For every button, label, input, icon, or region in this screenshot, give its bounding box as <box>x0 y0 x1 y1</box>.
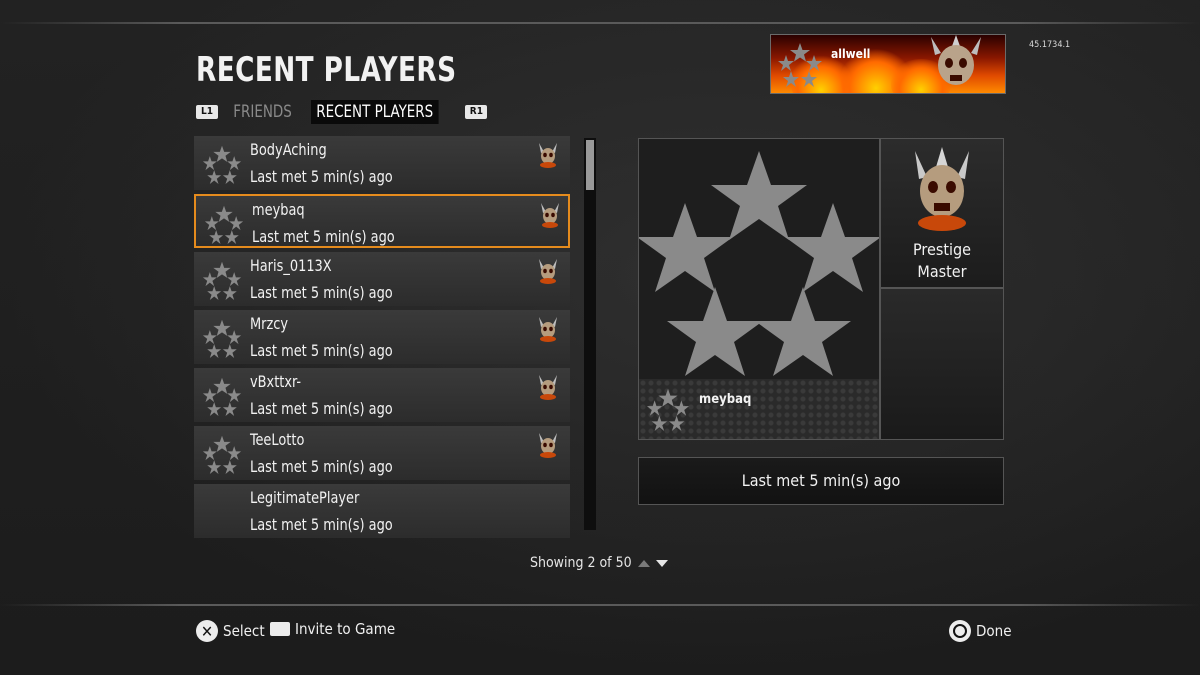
top-frame-line <box>0 22 1200 24</box>
player-gamertag: meybaq <box>252 200 305 219</box>
invite-hint[interactable]: Invite to Game <box>270 620 395 638</box>
prestige-rank-icon <box>539 375 557 400</box>
player-last-met: Last met 5 min(s) ago <box>250 283 393 302</box>
invite-hint-label: Invite to Game <box>295 620 396 638</box>
bottom-frame-line <box>0 604 1200 606</box>
tab-friends[interactable]: FRIENDS <box>228 100 297 124</box>
version-label: 45.1734.1 <box>1029 40 1071 50</box>
tab-bar: L1 FRIENDS RECENT PLAYERS R1 <box>196 100 488 124</box>
calling-card-gamertag: allwell <box>831 47 871 61</box>
five-stars-emblem-icon <box>639 151 879 376</box>
emblem-nameplate <box>639 379 879 439</box>
player-row[interactable]: LegitimatePlayer Last met 5 min(s) ago <box>194 484 570 538</box>
player-emblem-stars-icon <box>202 319 242 358</box>
select-hint-label: Select <box>223 622 265 640</box>
circle-button-icon <box>949 620 971 642</box>
last-met-detail: Last met 5 min(s) ago <box>638 457 1004 505</box>
player-gamertag: BodyAching <box>250 140 327 159</box>
player-last-met: Last met 5 min(s) ago <box>250 167 393 186</box>
player-gamertag: Haris_0113X <box>250 256 332 275</box>
player-emblem-stars-icon <box>204 205 244 244</box>
player-row[interactable]: TeeLotto Last met 5 min(s) ago <box>194 426 570 480</box>
player-row[interactable]: vBxttxr- Last met 5 min(s) ago <box>194 368 570 422</box>
game-menu-screen: RECENT PLAYERS L1 FRIENDS RECENT PLAYERS… <box>0 0 1200 675</box>
emblem-gamertag: meybaq <box>699 392 752 407</box>
empty-detail-panel <box>880 288 1004 440</box>
player-row[interactable]: BodyAching Last met 5 min(s) ago <box>194 136 570 190</box>
page-up-arrow-icon[interactable] <box>637 559 650 567</box>
prestige-label: Prestige Master <box>913 240 971 281</box>
page-down-arrow-icon[interactable] <box>655 559 668 567</box>
prestige-rank-icon <box>539 259 557 284</box>
player-emblem-stars-icon <box>202 377 242 416</box>
prestige-master-icon <box>915 147 969 231</box>
player-row[interactable]: Haris_0113X Last met 5 min(s) ago <box>194 252 570 306</box>
touchpad-button-icon <box>270 622 290 636</box>
player-last-met: Last met 5 min(s) ago <box>250 457 393 476</box>
player-last-met: Last met 5 min(s) ago <box>250 399 393 418</box>
calling-card-stars-icon <box>778 43 822 87</box>
page-title: RECENT PLAYERS <box>196 50 457 90</box>
tab-recent-players[interactable]: RECENT PLAYERS <box>310 100 439 124</box>
l1-bumper-icon[interactable]: L1 <box>196 105 218 119</box>
prestige-rank-icon <box>539 143 557 168</box>
player-gamertag: vBxttxr- <box>250 372 302 391</box>
done-hint-label: Done <box>976 622 1012 640</box>
list-scrollbar[interactable] <box>584 138 596 530</box>
prestige-panel: Prestige Master <box>880 138 1004 288</box>
player-calling-card: allwell <box>770 34 1006 94</box>
r1-bumper-icon[interactable]: R1 <box>465 105 488 119</box>
recent-players-list: BodyAching Last met 5 min(s) ago meybaq Las… <box>194 136 570 541</box>
done-hint[interactable]: Done <box>949 620 1012 642</box>
player-gamertag: LegitimatePlayer <box>250 488 360 507</box>
player-row[interactable]: Mrzcy Last met 5 min(s) ago <box>194 310 570 364</box>
select-hint[interactable]: ✕ Select <box>196 620 265 642</box>
player-row[interactable]: meybaq Last met 5 min(s) ago <box>194 194 570 248</box>
player-emblem-stars-icon <box>202 145 242 184</box>
cross-button-icon: ✕ <box>196 620 218 642</box>
prestige-rank-icon <box>539 317 557 342</box>
prestige-rank-icon <box>539 433 557 458</box>
pagination: Showing 2 of 50 <box>530 555 668 571</box>
prestige-rank-icon <box>541 203 559 228</box>
player-last-met: Last met 5 min(s) ago <box>250 515 393 534</box>
player-emblem-panel: meybaq <box>638 138 880 440</box>
player-emblem-stars-icon <box>202 435 242 474</box>
nameplate-stars-icon <box>646 388 690 431</box>
player-gamertag: Mrzcy <box>250 314 289 333</box>
player-last-met: Last met 5 min(s) ago <box>250 341 393 360</box>
player-gamertag: TeeLotto <box>250 430 305 449</box>
pagination-text: Showing 2 of 50 <box>530 555 632 571</box>
player-last-met: Last met 5 min(s) ago <box>252 227 395 246</box>
player-emblem-stars-icon <box>202 261 242 300</box>
calling-card-skull-icon <box>931 35 981 85</box>
scrollbar-thumb[interactable] <box>586 140 594 190</box>
